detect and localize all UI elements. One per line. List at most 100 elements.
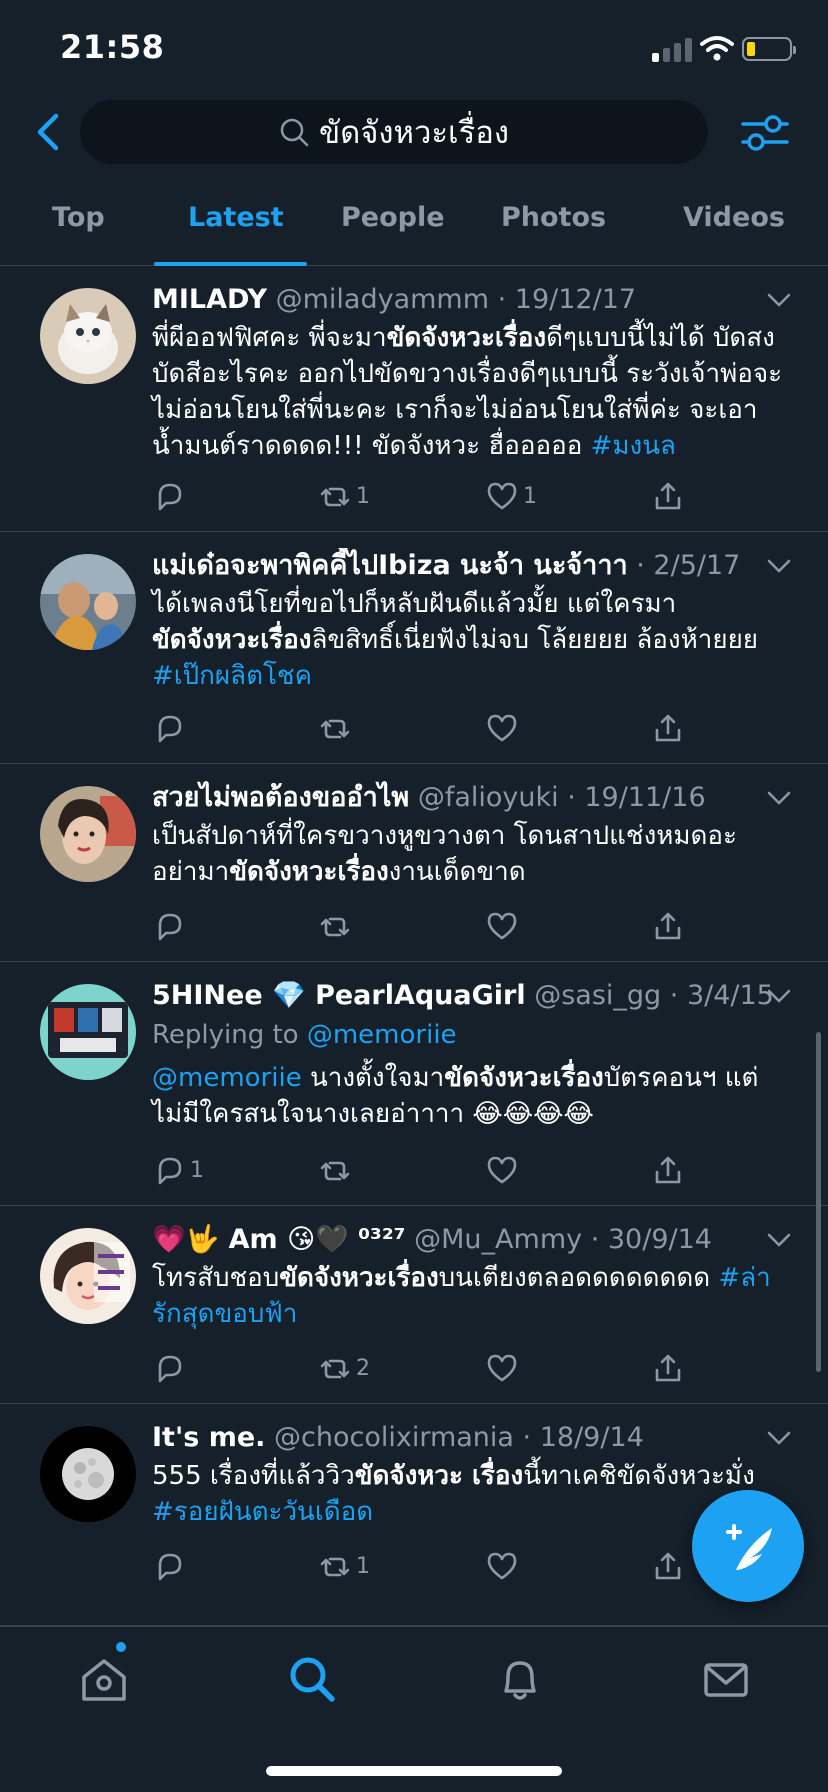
avatar[interactable] bbox=[40, 288, 136, 384]
tweet-date[interactable]: 30/9/14 bbox=[608, 1224, 712, 1255]
retweet-button[interactable]: 1 bbox=[318, 1548, 370, 1584]
tweet-text-segment: พี่ผีออฟฟิศคะ พี่จะมา bbox=[152, 323, 387, 353]
tweet-text-segment: 555 เรื่องที่แล้ววิว bbox=[152, 1461, 355, 1491]
tweet-date[interactable]: 3/4/15 bbox=[687, 980, 774, 1011]
author-handle[interactable]: @Mu_Ammy bbox=[414, 1224, 582, 1255]
author-name[interactable]: สวยไม่พอต้องขออำไพ bbox=[152, 782, 409, 813]
reply-button[interactable] bbox=[152, 1350, 190, 1386]
reply-button[interactable] bbox=[152, 478, 190, 514]
retweet-button[interactable] bbox=[318, 908, 356, 944]
tab-people[interactable]: People bbox=[341, 202, 445, 233]
tweet-date[interactable]: 19/12/17 bbox=[515, 284, 636, 315]
tab-photos[interactable]: Photos bbox=[501, 202, 606, 233]
notification-dot bbox=[116, 1642, 126, 1652]
hashtag-link[interactable]: #เป๊กผลิตโชค bbox=[152, 661, 312, 691]
reply-icon bbox=[158, 483, 182, 511]
tab-videos[interactable]: Videos bbox=[683, 202, 785, 233]
chevron-down-icon[interactable] bbox=[766, 1430, 792, 1446]
chevron-down-icon[interactable] bbox=[766, 790, 792, 806]
share-icon bbox=[655, 1354, 681, 1382]
tweet-date[interactable]: 18/9/14 bbox=[540, 1422, 644, 1453]
like-button[interactable] bbox=[485, 1548, 523, 1584]
reply-icon bbox=[158, 1355, 182, 1383]
status-bar: 21:58 bbox=[0, 0, 828, 96]
avatar[interactable] bbox=[40, 984, 136, 1080]
share-button[interactable] bbox=[651, 1152, 685, 1188]
replying-to-handle[interactable]: @memoriie bbox=[307, 1020, 457, 1050]
tweet-date[interactable]: 19/11/16 bbox=[584, 782, 705, 813]
sliders-icon[interactable] bbox=[740, 110, 790, 156]
tweet[interactable]: 💗🤟 Am 😘🖤 ⁰³²⁷ @Mu_Ammy · 30/9/14 โทรสับช… bbox=[0, 1206, 828, 1404]
tweet-header: 💗🤟 Am 😘🖤 ⁰³²⁷ @Mu_Ammy · 30/9/14 bbox=[152, 1224, 712, 1255]
retweet-count: 1 bbox=[356, 1553, 370, 1579]
share-button[interactable] bbox=[651, 1548, 685, 1584]
search-icon[interactable] bbox=[286, 1653, 338, 1705]
share-button[interactable] bbox=[651, 1350, 685, 1386]
share-button[interactable] bbox=[651, 908, 685, 944]
retweet-button[interactable] bbox=[318, 710, 356, 746]
like-button[interactable]: 1 bbox=[485, 478, 537, 514]
hashtag-link[interactable]: @memoriie bbox=[152, 1063, 302, 1093]
tweet[interactable]: สวยไม่พอต้องขออำไพ @falioyuki · 19/11/16… bbox=[0, 764, 828, 962]
author-name[interactable]: 💗🤟 Am 😘🖤 ⁰³²⁷ bbox=[152, 1224, 406, 1255]
author-handle[interactable]: @miladyammm bbox=[276, 284, 489, 315]
scrollbar[interactable] bbox=[816, 1032, 821, 1372]
chevron-down-icon[interactable] bbox=[766, 558, 792, 574]
avatar[interactable] bbox=[40, 1228, 136, 1324]
chevron-down-icon[interactable] bbox=[766, 1232, 792, 1248]
tweet-date[interactable]: 2/5/17 bbox=[653, 550, 740, 581]
retweet-icon bbox=[320, 1557, 350, 1577]
like-button[interactable] bbox=[485, 1350, 523, 1386]
retweet-button[interactable]: 2 bbox=[318, 1350, 370, 1386]
tab-latest[interactable]: Latest bbox=[188, 202, 284, 233]
tweet[interactable]: 5HINee 💎 PearlAquaGirl @sasi_gg · 3/4/15… bbox=[0, 962, 828, 1206]
like-button[interactable] bbox=[485, 908, 523, 944]
search-input[interactable]: ขัดจังหวะเรื่อง bbox=[80, 100, 708, 164]
retweet-count: 1 bbox=[356, 483, 370, 509]
author-handle[interactable]: @chocolixirmania bbox=[274, 1422, 514, 1453]
like-icon bbox=[487, 482, 517, 510]
cellular-signal-icon bbox=[652, 36, 694, 62]
tweet-actions: 1 bbox=[152, 1548, 712, 1584]
like-button[interactable] bbox=[485, 1152, 523, 1188]
back-button[interactable] bbox=[28, 108, 68, 156]
share-button[interactable] bbox=[651, 710, 685, 746]
tweet[interactable]: แม่เด๋อจะพาพิคคี้ไปIbiza นะจ้า นะจ้าาา ·… bbox=[0, 532, 828, 764]
retweet-count: 2 bbox=[356, 1355, 370, 1381]
like-button[interactable] bbox=[485, 710, 523, 746]
retweet-icon bbox=[320, 1161, 350, 1181]
retweet-button[interactable]: 1 bbox=[318, 478, 370, 514]
home-indicator[interactable] bbox=[266, 1766, 562, 1776]
reply-button[interactable] bbox=[152, 1548, 190, 1584]
reply-button[interactable] bbox=[152, 710, 190, 746]
author-name[interactable]: แม่เด๋อจะพาพิคคี้ไปIbiza นะจ้า นะจ้าาา bbox=[152, 550, 628, 581]
bell-icon[interactable] bbox=[494, 1653, 546, 1705]
tweet[interactable]: MILADY @miladyammm · 19/12/17 พี่ผีออฟฟิ… bbox=[0, 266, 828, 532]
home-icon[interactable] bbox=[78, 1653, 130, 1705]
author-name[interactable]: MILADY bbox=[152, 284, 267, 315]
author-name[interactable]: It's me. bbox=[152, 1422, 265, 1453]
hashtag-link[interactable]: #รอยฝันตะวันเดือด bbox=[152, 1497, 373, 1527]
status-time: 21:58 bbox=[60, 28, 165, 66]
reply-button[interactable] bbox=[152, 908, 190, 944]
compose-tweet-button[interactable] bbox=[692, 1490, 804, 1602]
hashtag-link[interactable]: #มงนล bbox=[591, 431, 676, 461]
highlighted-text: ขัดจังหวะเรื่อง bbox=[279, 1263, 439, 1293]
reply-button[interactable]: 1 bbox=[152, 1152, 204, 1188]
chevron-down-icon[interactable] bbox=[766, 292, 792, 308]
avatar[interactable] bbox=[40, 554, 136, 650]
author-handle[interactable]: @sasi_gg bbox=[534, 980, 661, 1011]
mail-icon[interactable] bbox=[700, 1653, 752, 1705]
tweet-text: พี่ผีออฟฟิศคะ พี่จะมาขัดจังหวะเรื่องดีๆแ… bbox=[152, 320, 798, 464]
avatar[interactable] bbox=[40, 786, 136, 882]
tweet-text-segment: ลิขสิทธิ์เนี่ยฟังไม่จบ โล้ยยยย ล้องห้ายย… bbox=[311, 625, 759, 655]
author-name[interactable]: 5HINee 💎 PearlAquaGirl bbox=[152, 980, 526, 1011]
retweet-button[interactable] bbox=[318, 1152, 356, 1188]
avatar[interactable] bbox=[40, 1426, 136, 1522]
chevron-down-icon[interactable] bbox=[766, 988, 792, 1004]
author-handle[interactable]: @falioyuki bbox=[418, 782, 559, 813]
tab-top[interactable]: Top bbox=[52, 202, 105, 233]
share-icon bbox=[655, 1156, 681, 1184]
share-button[interactable] bbox=[651, 478, 685, 514]
highlighted-text: ขัดจังหวะเรื่อง bbox=[229, 857, 389, 887]
